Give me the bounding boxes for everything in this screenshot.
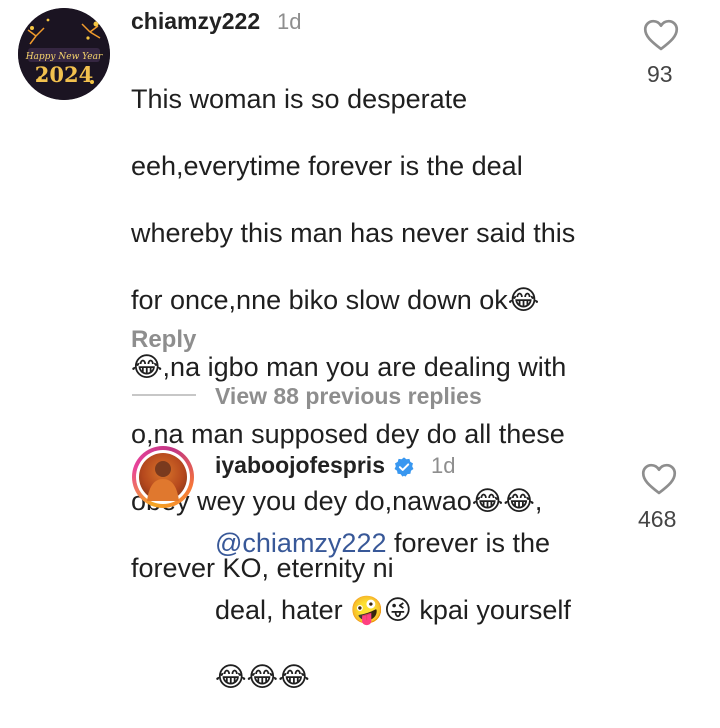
svg-text:2024: 2024 (35, 62, 93, 87)
svg-text:Happy New Year: Happy New Year (25, 52, 103, 62)
comment-line: for once,nne biko slow down ok😂 (131, 284, 540, 315)
comment-line: 😂,na igbo man you are dealing with (131, 351, 567, 382)
username-text[interactable]: iyaboojofespris (215, 452, 385, 478)
comment-line: eeh,everytime forever is the deal (131, 150, 523, 181)
profile-photo (139, 453, 187, 501)
avatar[interactable]: Happy New Year 2024 (18, 8, 110, 100)
heart-outline-icon[interactable] (643, 18, 679, 52)
comment-line: whereby this man has never said this (131, 217, 576, 248)
heart-outline-icon[interactable] (641, 462, 677, 496)
comment-timestamp: 1d (431, 453, 456, 478)
comment-text: @chiamzy222 forever is the deal, hater 🤪… (215, 493, 571, 728)
comment-line: 😂😂😂 (215, 661, 310, 692)
person-image (147, 461, 179, 501)
comment-username[interactable]: iyaboojofespris (215, 452, 415, 479)
verified-badge-icon (394, 457, 414, 477)
comment-line: @chiamzy222 forever is the (215, 527, 571, 561)
like-count: 468 (638, 506, 677, 532)
like-count: 93 (647, 61, 673, 87)
reply-button[interactable]: Reply (131, 326, 196, 354)
view-previous-replies-button[interactable]: View 88 previous replies (215, 383, 482, 410)
comment-line-text: forever is the (386, 527, 551, 558)
comment-line: o,na man supposed dey do all these (131, 418, 565, 449)
thread-divider (132, 394, 196, 396)
avatar[interactable] (132, 446, 194, 508)
comment-line: deal, hater 🤪😜 kpai yourself (215, 594, 571, 625)
comment-timestamp: 1d (277, 9, 302, 34)
mention-link[interactable]: @chiamzy222 (215, 528, 386, 558)
comment-username[interactable]: chiamzy222 (131, 8, 260, 35)
new-year-avatar-image: Happy New Year 2024 (18, 8, 110, 100)
comment-line: This woman is so desperate (131, 83, 468, 114)
